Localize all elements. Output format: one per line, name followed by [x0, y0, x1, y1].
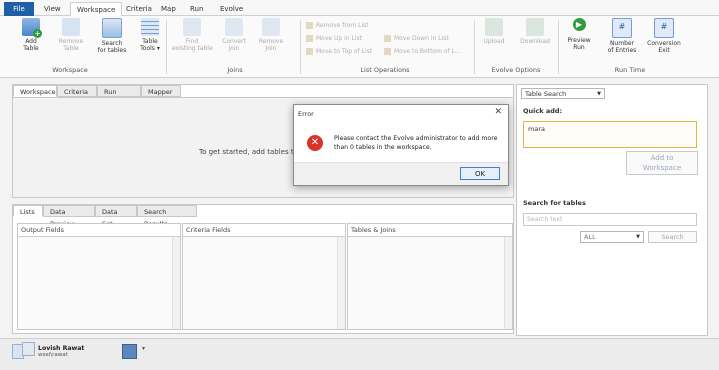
add-table-icon: + [22, 18, 42, 38]
remove-table-button[interactable]: Remove Table [56, 18, 86, 52]
lists-panel: Lists Data Preview Data Set Search Resul… [12, 204, 514, 334]
output-fields-list[interactable]: Output Fields [17, 223, 181, 330]
mode-select[interactable]: Table Search ▼ [521, 88, 605, 99]
move-up-in-list-button[interactable]: Move Up in List [306, 35, 362, 43]
download-button[interactable]: Download [518, 18, 552, 45]
dialog-title: Error [298, 110, 314, 118]
convert-join-icon [225, 18, 243, 36]
menu-bar: File View Workspace Criteria Map Run Evo… [0, 0, 719, 18]
hash-icon: # [654, 18, 674, 38]
tab-criteria[interactable]: Criteria [57, 85, 97, 97]
upload-button[interactable]: Upload [480, 18, 508, 45]
search-text-input[interactable]: Search text [523, 213, 697, 226]
hash-icon: # [612, 18, 632, 38]
chevron-down-icon[interactable]: ▾ [142, 345, 145, 352]
column-header: Tables & Joins [348, 224, 512, 237]
preview-run-button[interactable]: ▶ Preview Run [564, 18, 594, 51]
file-menu-tab[interactable]: File [4, 2, 34, 16]
find-existing-button[interactable]: Find existing table [172, 18, 213, 52]
table-tools-icon [141, 18, 159, 36]
search-button[interactable]: Search [648, 231, 697, 243]
remove-join-button[interactable]: Remove Join [256, 18, 286, 52]
group-label-joins: Joins [227, 66, 243, 74]
group-label-workspace: Workspace [52, 66, 88, 74]
ribbon-separator [558, 20, 559, 74]
error-dialog: Error ✕ ✕ Please contact the Evolve admi… [293, 104, 509, 186]
remove-table-icon [62, 18, 80, 36]
dialog-footer: OK [294, 162, 508, 185]
tab-workspace[interactable]: Workspace [13, 85, 57, 97]
tab-search-results[interactable]: Search Results [137, 205, 197, 228]
conversion-exit-button[interactable]: # Conversion Exit [644, 18, 684, 54]
arrow-top-icon [306, 48, 313, 55]
filter-select[interactable]: ALL ▼ [580, 231, 644, 243]
convert-join-button[interactable]: Convert Join [218, 18, 250, 52]
dialog-message: Please contact the Evolve administrator … [334, 135, 498, 151]
remove-from-list-button[interactable]: Remove from List [306, 22, 369, 30]
remove-join-icon [262, 18, 280, 36]
group-label-list-operations: List Operations [360, 66, 410, 74]
tables-joins-list[interactable]: Tables & Joins [347, 223, 513, 330]
chevron-down-icon[interactable]: ▾ [74, 345, 77, 352]
menu-tab-evolve[interactable]: Evolve [214, 2, 249, 16]
search-tables-icon [102, 18, 122, 38]
avatar [22, 342, 35, 356]
quick-add-label: Quick add: [523, 107, 563, 115]
criteria-fields-list[interactable]: Criteria Fields [182, 223, 346, 330]
status-bar: Lovish Rawat wsei\rawat ▾ ▾ [0, 338, 719, 370]
vertical-scrollbar[interactable] [337, 237, 345, 329]
arrow-down-icon [384, 35, 391, 42]
ribbon-separator [474, 20, 475, 74]
move-down-in-list-button[interactable]: Move Down in List [384, 35, 449, 43]
menu-tab-map[interactable]: Map [155, 2, 182, 16]
database-icon[interactable] [122, 344, 137, 359]
download-icon [526, 18, 544, 36]
tab-data-preview[interactable]: Data Preview [43, 205, 95, 228]
table-search-panel: Table Search ▼ Quick add: mara Add to Wo… [516, 84, 708, 336]
vertical-scrollbar[interactable] [172, 237, 180, 329]
tab-lists[interactable]: Lists [13, 205, 43, 217]
table-tools-button[interactable]: Table Tools ▾ [138, 18, 162, 52]
ok-button[interactable]: OK [460, 167, 500, 180]
search-for-tables-label: Search for tables [523, 199, 586, 207]
add-table-button[interactable]: + Add Table [16, 18, 46, 52]
error-icon: ✕ [307, 135, 323, 151]
close-icon[interactable]: ✕ [494, 107, 502, 117]
find-existing-icon [183, 18, 201, 36]
arrow-up-icon [306, 35, 313, 42]
quick-add-input[interactable]: mara [523, 121, 697, 148]
search-tables-button[interactable]: Search for tables [94, 18, 130, 54]
tab-run-time[interactable]: Run Time [97, 85, 141, 108]
list-icon [306, 22, 313, 29]
number-of-entries-button[interactable]: # Number of Entries [604, 18, 640, 54]
add-to-workspace-button[interactable]: Add to Workspace [626, 151, 698, 175]
tab-mapper[interactable]: Mapper [141, 85, 181, 97]
menu-tab-criteria[interactable]: Criteria [120, 2, 158, 16]
tab-data-set[interactable]: Data Set [95, 205, 137, 228]
chevron-down-icon: ▾ [156, 45, 160, 52]
user-name: Lovish Rawat [38, 345, 85, 352]
vertical-scrollbar[interactable] [504, 237, 512, 329]
arrow-bottom-icon [384, 48, 391, 55]
ribbon: + Add Table Remove Table Search for tabl… [0, 16, 719, 78]
user-id: wsei\rawat [38, 352, 68, 358]
group-label-run-time: Run Time [614, 66, 646, 74]
ribbon-separator [300, 20, 301, 74]
column-header: Output Fields [18, 224, 180, 237]
upload-icon [485, 18, 503, 36]
group-label-evolve-options: Evolve Options [491, 66, 541, 74]
menu-tab-view[interactable]: View [38, 2, 67, 16]
move-to-bottom-button[interactable]: Move to Bottom of L... [384, 48, 461, 56]
menu-tab-run[interactable]: Run [184, 2, 209, 16]
play-icon: ▶ [572, 18, 586, 31]
chevron-down-icon: ▼ [597, 91, 601, 97]
move-to-top-button[interactable]: Move to Top of List [306, 48, 372, 56]
column-header: Criteria Fields [183, 224, 345, 237]
chevron-down-icon: ▼ [636, 234, 640, 240]
ribbon-separator [166, 20, 167, 74]
